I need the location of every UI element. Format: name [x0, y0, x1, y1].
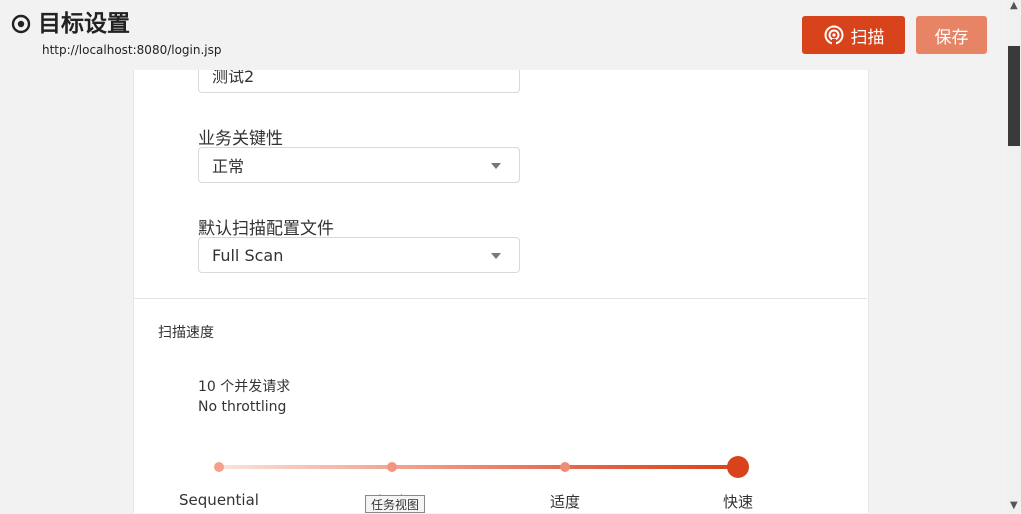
criticality-select[interactable]: 正常 [198, 147, 520, 183]
slider-stop-slow[interactable] [387, 462, 397, 472]
scroll-up-icon[interactable]: ▲ [1010, 0, 1018, 11]
slider-stop-moderate[interactable] [560, 462, 570, 472]
title-row: 目标设置 [10, 9, 130, 39]
scan-speed-title: 扫描速度 [158, 325, 214, 341]
scan-button[interactable]: 扫描 [802, 16, 905, 54]
chevron-down-icon [491, 163, 501, 169]
radar-icon [824, 25, 843, 46]
scroll-down-icon[interactable]: ▼ [1010, 500, 1018, 511]
scrollbar-thumb[interactable] [1008, 46, 1020, 146]
criticality-label: 业务关键性 [198, 129, 283, 149]
save-button-label: 保存 [934, 27, 969, 48]
target-icon [11, 14, 31, 34]
tooltip: 任务视图 [365, 495, 426, 513]
scan-profile-select[interactable]: Full Scan [198, 237, 520, 273]
slider-handle[interactable] [727, 456, 749, 478]
slider-stop-sequential[interactable] [214, 462, 224, 472]
section-divider [134, 298, 867, 299]
criticality-value: 正常 [212, 157, 245, 176]
scan-button-label: 扫描 [850, 27, 885, 48]
vertical-scrollbar[interactable]: ▲ ▼ [1007, 0, 1021, 513]
page-title: 目标设置 [38, 11, 130, 37]
scan-profile-label: 默认扫描配置文件 [198, 219, 334, 239]
target-url: http://localhost:8080/login.jsp [42, 43, 222, 57]
scan-speed-slider-track[interactable] [219, 465, 738, 469]
concurrency-text: 10 个并发请求 [198, 379, 291, 395]
scan-profile-value: Full Scan [212, 245, 284, 265]
speed-level-label: 快速 [722, 493, 754, 511]
top-bar: 目标设置 http://localhost:8080/login.jsp 扫描 … [0, 0, 1007, 70]
chevron-down-icon [491, 253, 501, 259]
speed-level-label: 适度 [549, 493, 581, 511]
throttling-text: No throttling [198, 399, 287, 415]
speed-level-label: Sequential [179, 491, 259, 509]
save-button[interactable]: 保存 [916, 16, 987, 54]
